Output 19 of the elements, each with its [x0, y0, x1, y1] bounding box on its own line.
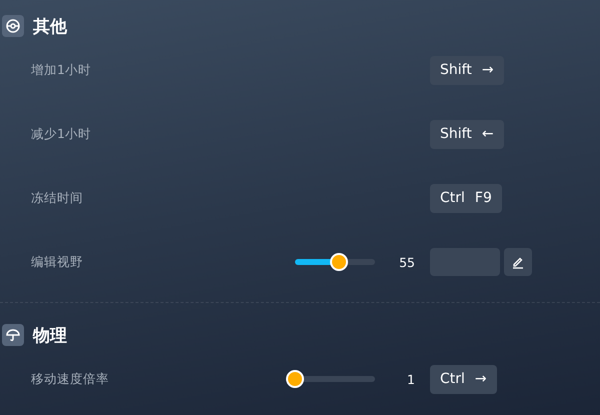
hotkey-button[interactable]: Ctrl →	[430, 364, 497, 394]
setting-label: 移动速度倍率	[31, 370, 110, 388]
slider-thumb[interactable]	[330, 253, 348, 271]
setting-label: 编辑视野	[31, 254, 84, 270]
umbrella-icon	[6, 328, 20, 342]
pencil-icon	[511, 255, 525, 269]
disc-icon	[6, 19, 20, 33]
edit-button[interactable]	[504, 248, 532, 276]
setting-label: 减少1小时	[31, 126, 92, 142]
slider-value: 1	[406, 372, 415, 386]
setting-label: 冻结时间	[31, 190, 84, 206]
hotkey-button[interactable]: Shift ←	[430, 120, 504, 148]
slider-thumb[interactable]	[286, 370, 304, 388]
section-title: 物理	[33, 324, 67, 346]
hotkey-button[interactable]: Ctrl F9	[430, 184, 502, 212]
section-title: 其他	[33, 16, 67, 38]
slider-value: 55	[398, 254, 415, 270]
setting-label: 增加1小时	[31, 62, 92, 78]
hotkey-button[interactable]: Shift →	[430, 56, 504, 84]
